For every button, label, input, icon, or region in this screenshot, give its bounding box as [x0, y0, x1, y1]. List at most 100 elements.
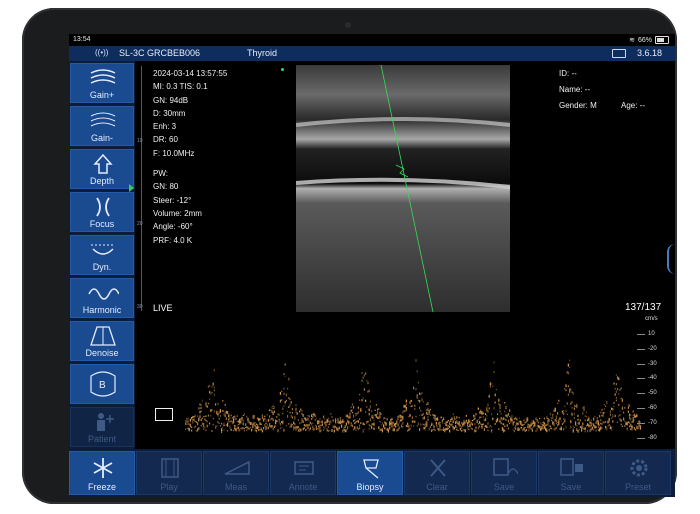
preset-button[interactable]: Preset	[605, 451, 671, 495]
depth-icon	[93, 153, 113, 174]
save-video-icon	[560, 458, 583, 476]
focus-marker[interactable]	[129, 184, 134, 192]
gain-down-button[interactable]: Gain-	[70, 106, 134, 146]
device-name: SL-3C GRCBEB006	[119, 48, 201, 58]
focus-dot	[281, 68, 284, 71]
biopsy-button[interactable]: Biopsy	[337, 451, 403, 495]
tablet-frame: 13:54 ≋ 66% ((•)) SL-3C GRCBEB006 Thyroi…	[22, 8, 677, 504]
biopsy-icon	[363, 459, 379, 479]
imaging-parameters: 2024-03-14 13:57:55 MI: 0.3 TIS: 0.1 GN:…	[153, 67, 227, 247]
b-mode-image[interactable]	[296, 65, 510, 312]
dynamic-range-icon	[91, 244, 115, 255]
denoise-label: Denoise	[85, 348, 119, 358]
clear-label: Clear	[426, 482, 448, 492]
scale-label: -80	[648, 434, 657, 441]
denoise-button[interactable]: Denoise	[70, 321, 134, 361]
pw-label: PW:	[153, 169, 168, 179]
status-right: ≋ 66%	[629, 36, 669, 44]
depth-tick: 30	[137, 304, 143, 310]
left-toolbar: Gain+ Gain- Depth Focus Dyn. Harmonic De…	[69, 61, 135, 449]
scale-tick	[637, 378, 645, 380]
save-video-label: Save	[560, 482, 582, 492]
doppler-spectrum[interactable]	[135, 315, 675, 449]
patient-id: ID: --	[559, 69, 577, 78]
focus-label: Focus	[89, 219, 115, 229]
dynamic-range-button[interactable]: Dyn.	[70, 235, 134, 275]
patient-name: Name: --	[559, 85, 591, 94]
measure-button[interactable]: Meas	[203, 451, 269, 495]
volume-value: Volume: 2mm	[153, 208, 202, 218]
enhance-value: Enh: 3	[153, 122, 177, 132]
dynamic-range-value: DR: 60	[153, 135, 178, 145]
gain-up-button[interactable]: Gain+	[70, 63, 134, 103]
preset-label: Preset	[624, 482, 651, 492]
scale-label: -60	[648, 405, 657, 411]
battery-percent: 66%	[637, 36, 652, 44]
focus-button[interactable]: Focus	[70, 192, 134, 232]
clear-icon	[430, 459, 446, 477]
measure-label: Meas	[224, 482, 247, 492]
angle-value: Angle: -60°	[153, 222, 193, 232]
scale-tick	[637, 393, 645, 395]
clear-button[interactable]: Clear	[404, 451, 470, 495]
live-indicator: LIVE	[153, 303, 173, 313]
scale-label: -70	[648, 419, 657, 426]
depth-tick: 20	[137, 221, 143, 227]
depth-tick: 10	[137, 138, 143, 144]
exam-preset[interactable]: Thyroid	[247, 48, 277, 58]
frequency-value: F: 10.0MHz	[153, 148, 195, 158]
scale-tick	[637, 408, 645, 409]
depth-value: D: 30mm	[153, 108, 186, 118]
scale-label: 10	[648, 331, 655, 337]
patient-button[interactable]: Patient	[70, 407, 134, 447]
dynamic-range-label: Dyn.	[92, 262, 112, 272]
annotate-icon	[294, 461, 314, 475]
doppler-cursor-icon[interactable]	[155, 408, 173, 421]
side-panel-handle[interactable]	[667, 244, 675, 274]
save-image-icon	[493, 458, 518, 476]
scale-label: -50	[648, 390, 657, 397]
scale-tick	[637, 363, 645, 365]
snowflake-icon	[93, 458, 113, 478]
freeze-button[interactable]: Freeze	[69, 451, 135, 495]
doppler-scale-unit: cm/s	[645, 316, 658, 322]
gain-up-icon	[90, 69, 116, 84]
save-video-button[interactable]: Save	[538, 451, 604, 495]
b-mode-button[interactable]: B	[70, 364, 134, 404]
annotate-label: Annote	[288, 482, 318, 492]
exam-datetime: 2024-03-14 13:57:55	[153, 69, 228, 78]
scale-tick	[637, 437, 645, 439]
freeze-label: Freeze	[87, 482, 116, 492]
bottom-toolbar: Freeze Play Meas Annote Biopsy Clear Sav…	[69, 449, 675, 497]
save-image-button[interactable]: Save	[471, 451, 537, 495]
gain-up-label: Gain+	[89, 90, 115, 100]
harmonic-label: Harmonic	[82, 305, 122, 315]
probe-battery-icon	[612, 49, 626, 58]
denoise-icon	[90, 326, 116, 346]
svg-text:B: B	[99, 380, 106, 391]
depth-button[interactable]: Depth	[70, 149, 134, 189]
play-label: Play	[160, 482, 178, 492]
patient-icon	[97, 413, 114, 431]
harmonic-icon	[88, 288, 119, 300]
battery-icon	[655, 36, 669, 44]
app-version: 3.6.18	[637, 48, 663, 58]
play-button[interactable]: Play	[136, 451, 202, 495]
scale-label: -20	[648, 345, 657, 352]
focus-icon	[96, 197, 110, 217]
prf-value: PRF: 4.0 K	[153, 235, 193, 245]
scale-tick	[637, 348, 645, 350]
annotate-button[interactable]: Annote	[270, 451, 336, 495]
patient-age: Age: --	[621, 101, 646, 110]
gain-value: GN: 94dB	[153, 95, 189, 105]
harmonic-button[interactable]: Harmonic	[70, 278, 134, 318]
scale-tick	[637, 334, 645, 335]
screen: 13:54 ≋ 66% ((•)) SL-3C GRCBEB006 Thyroi…	[69, 34, 675, 497]
app-header: ((•)) SL-3C GRCBEB006 Thyroid 3.6.18	[69, 46, 675, 61]
wifi-icon: ≋	[629, 37, 635, 44]
mi-tis: MI: 0.3 TIS: 0.1	[153, 82, 208, 92]
patient-label: Patient	[87, 434, 117, 444]
scale-label: -30	[648, 360, 657, 367]
depth-label: Depth	[89, 176, 115, 186]
gain-down-label: Gain-	[90, 133, 113, 143]
